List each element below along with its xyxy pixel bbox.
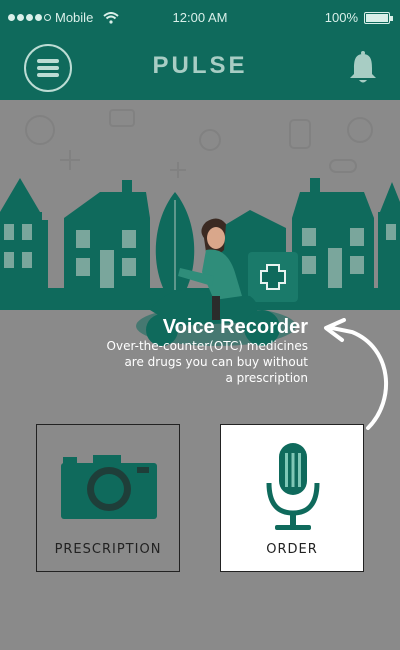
bell-icon[interactable] — [348, 50, 378, 84]
battery-percentage: 100% — [324, 10, 358, 25]
app-title: PULSE — [152, 52, 248, 79]
top-navigation-bar: PULSE — [0, 36, 400, 100]
order-label: ORDER — [266, 542, 318, 557]
voice-recorder-tooltip: Voice Recorder Over-the-counter(OTC) med… — [48, 316, 308, 386]
order-card[interactable]: ORDER — [220, 424, 364, 572]
prescription-label: PRESCRIPTION — [54, 542, 162, 557]
tooltip-body-line-1: Over-the-counter(OTC) medicines — [106, 339, 308, 353]
prescription-card[interactable]: PRESCRIPTION — [36, 424, 180, 572]
battery-icon — [364, 11, 393, 24]
tooltip-body-line-3: a prescription — [225, 371, 308, 385]
tooltip-body-line-2: are drugs you can buy without — [124, 355, 308, 369]
status-bar: Mobile 12:00 AM 100% — [0, 0, 400, 36]
camera-icon — [61, 455, 157, 519]
curved-arrow-icon — [324, 318, 389, 430]
microphone-icon — [266, 443, 320, 530]
battery-status: 100% — [324, 10, 393, 25]
tooltip-title: Voice Recorder — [162, 316, 308, 338]
